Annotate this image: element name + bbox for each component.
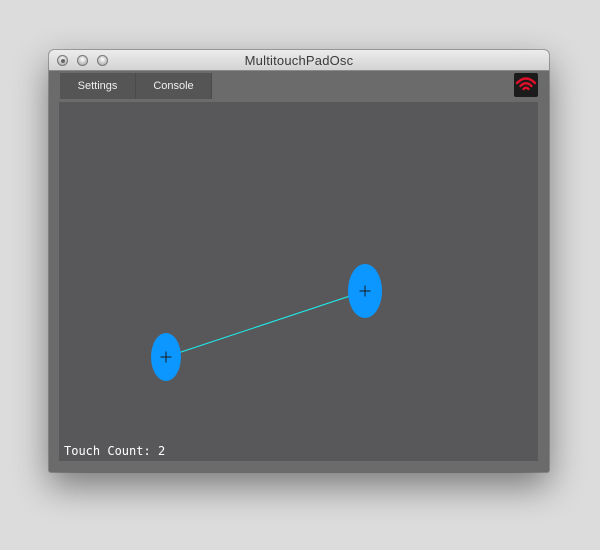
touch-count-status: Touch Count: 2 <box>64 444 165 458</box>
tab-settings[interactable]: Settings <box>60 73 136 99</box>
toolbar: Settings Console <box>49 71 549 101</box>
touch-count-label: Touch Count: <box>64 444 151 458</box>
app-window: MultitouchPadOsc Settings Console Touch … <box>49 50 549 472</box>
touch-connection-line <box>165 290 366 358</box>
wifi-signal-icon <box>515 77 537 91</box>
touch-count-value: 2 <box>157 444 166 458</box>
title-bar[interactable]: MultitouchPadOsc <box>49 50 549 71</box>
window-title: MultitouchPadOsc <box>244 53 354 68</box>
tab-console[interactable]: Console <box>136 73 212 99</box>
touch-pad[interactable]: Touch Count: 2 <box>59 102 538 461</box>
touch-point[interactable] <box>151 333 181 381</box>
touch-point[interactable] <box>348 264 382 318</box>
connection-status-button[interactable] <box>514 73 538 97</box>
